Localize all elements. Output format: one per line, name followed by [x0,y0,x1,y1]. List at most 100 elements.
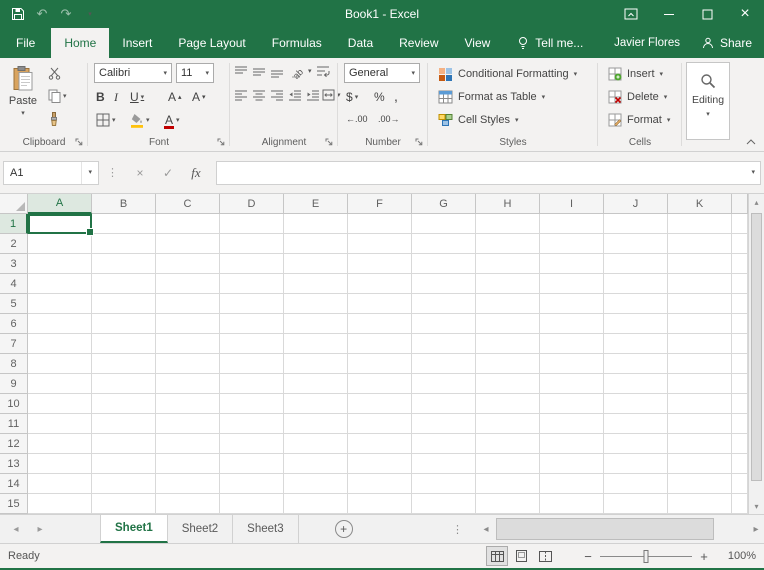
cell-K14[interactable] [668,474,732,494]
cell-D7[interactable] [220,334,284,354]
cell-C1[interactable] [156,214,220,234]
format-as-table-button[interactable]: Format as Table ▾ [438,87,545,107]
italic-button[interactable]: I [114,90,118,105]
cell-E3[interactable] [284,254,348,274]
cell-A13[interactable] [28,454,92,474]
font-size-combo[interactable]: 11 ▾ [176,63,214,83]
cell-D11[interactable] [220,414,284,434]
zoom-slider[interactable] [600,548,692,564]
cell-D4[interactable] [220,274,284,294]
tell-me-box[interactable]: Tell me... [517,28,583,58]
row-header-5[interactable]: 5 [0,294,28,314]
cell-E6[interactable] [284,314,348,334]
cell-C2[interactable] [156,234,220,254]
cell-J10[interactable] [604,394,668,414]
cell-K11[interactable] [668,414,732,434]
cell-D3[interactable] [220,254,284,274]
cell-K10[interactable] [668,394,732,414]
insert-cells-button[interactable]: Insert ▾ [608,64,663,84]
cell-I4[interactable] [540,274,604,294]
cell-H7[interactable] [476,334,540,354]
cell-E13[interactable] [284,454,348,474]
collapse-ribbon-button[interactable] [746,139,756,145]
scroll-right-button[interactable]: ▸ [748,515,764,543]
cell-E11[interactable] [284,414,348,434]
row-header-8[interactable]: 8 [0,354,28,374]
column-header-K[interactable]: K [668,194,732,214]
cell-H5[interactable] [476,294,540,314]
cell-H1[interactable] [476,214,540,234]
cell-B15[interactable] [92,494,156,514]
align-middle-button[interactable] [252,65,266,79]
cell-partial-8[interactable] [732,354,748,374]
cell-C14[interactable] [156,474,220,494]
format-cells-button[interactable]: Format ▾ [608,110,670,130]
orientation-button[interactable]: ab ▾ [290,63,312,79]
cell-G5[interactable] [412,294,476,314]
row-header-4[interactable]: 4 [0,274,28,294]
cell-A3[interactable] [28,254,92,274]
sheet-nav-right-button[interactable]: ▸ [28,515,52,543]
wrap-text-button[interactable] [316,65,331,78]
cell-I1[interactable] [540,214,604,234]
cell-H11[interactable] [476,414,540,434]
share-button[interactable]: Share [702,36,752,50]
cell-partial-12[interactable] [732,434,748,454]
cell-H9[interactable] [476,374,540,394]
cell-partial-6[interactable] [732,314,748,334]
cell-F12[interactable] [348,434,412,454]
cell-H2[interactable] [476,234,540,254]
cell-A1[interactable] [28,214,92,234]
format-painter-button[interactable] [48,112,60,126]
cell-partial-15[interactable] [732,494,748,514]
sheet-tab-sheet1[interactable]: Sheet1 [100,515,168,543]
cell-I3[interactable] [540,254,604,274]
cell-C10[interactable] [156,394,220,414]
cell-A7[interactable] [28,334,92,354]
cell-D1[interactable] [220,214,284,234]
cell-B3[interactable] [92,254,156,274]
align-bottom-button[interactable] [270,65,284,79]
cell-A2[interactable] [28,234,92,254]
cell-F5[interactable] [348,294,412,314]
cell-E15[interactable] [284,494,348,514]
font-color-button[interactable]: A ▾ [164,113,180,127]
cell-F14[interactable] [348,474,412,494]
cell-F7[interactable] [348,334,412,354]
column-header-F[interactable]: F [348,194,412,214]
sheet-tab-sheet3[interactable]: Sheet3 [233,515,298,543]
cell-D9[interactable] [220,374,284,394]
cell-H8[interactable] [476,354,540,374]
cell-J1[interactable] [604,214,668,234]
cell-F9[interactable] [348,374,412,394]
cell-B12[interactable] [92,434,156,454]
cell-A9[interactable] [28,374,92,394]
tab-view[interactable]: View [452,28,504,58]
cell-B14[interactable] [92,474,156,494]
cut-button[interactable] [48,67,61,80]
row-header-3[interactable]: 3 [0,254,28,274]
cell-I8[interactable] [540,354,604,374]
decrease-decimal-button[interactable]: .00→ [378,114,400,124]
cell-K8[interactable] [668,354,732,374]
cell-G9[interactable] [412,374,476,394]
cell-D5[interactable] [220,294,284,314]
cell-G14[interactable] [412,474,476,494]
bold-button[interactable]: B [96,90,105,104]
cell-K4[interactable] [668,274,732,294]
cell-H6[interactable] [476,314,540,334]
cell-B8[interactable] [92,354,156,374]
cell-G6[interactable] [412,314,476,334]
cell-B9[interactable] [92,374,156,394]
tab-review[interactable]: Review [386,28,451,58]
comma-style-button[interactable]: , [394,88,398,104]
row-header-2[interactable]: 2 [0,234,28,254]
horizontal-scroll-thumb[interactable] [496,518,714,540]
editing-button[interactable]: Editing ▾ [686,62,730,140]
tab-data[interactable]: Data [335,28,386,58]
cell-F4[interactable] [348,274,412,294]
align-center-button[interactable] [252,89,266,102]
clipboard-dialog-launcher[interactable] [74,137,84,147]
cell-J11[interactable] [604,414,668,434]
vertical-scroll-thumb[interactable] [751,213,762,481]
